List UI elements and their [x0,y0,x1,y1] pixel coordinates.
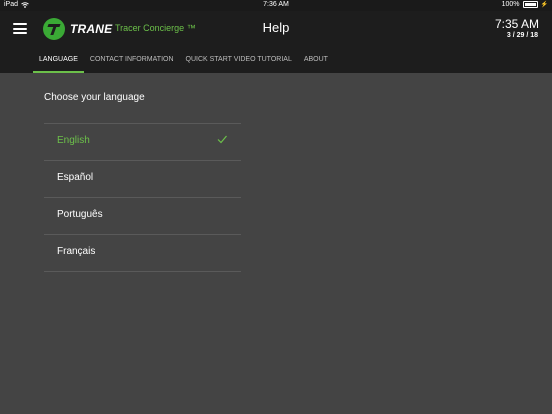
language-option-portugues[interactable]: Português [44,198,241,235]
status-bar: iPad 7:36 AM 100% ⚡ [0,0,552,11]
language-label: English [57,135,90,146]
battery-icon [522,1,538,8]
section-heading: Choose your language [44,92,145,103]
charging-icon: ⚡ [540,2,548,8]
app-header: TRANE Tracer Concierge ™ Help 7:35 AM 3 … [0,11,552,73]
language-option-espanol[interactable]: Español [44,161,241,198]
battery-percent: 100% [501,1,520,8]
status-time: 7:36 AM [263,1,289,8]
language-label: Español [57,172,94,183]
language-label: Français [57,246,96,257]
status-right: 100% ⚡ [502,1,548,8]
tab-quick-start-video-tutorial[interactable]: QUICK START VIDEO TUTORIAL [180,50,298,73]
tab-contact-information[interactable]: CONTACT INFORMATION [84,50,180,73]
clock-date: 3 / 29 / 18 [506,32,538,39]
checkmark-icon [217,135,227,144]
language-label: Português [57,209,103,220]
language-list: English Español Português Français [44,123,241,272]
language-option-english[interactable]: English [44,124,241,161]
tab-bar: LANGUAGE CONTACT INFORMATION QUICK START… [33,50,334,73]
tab-about[interactable]: ABOUT [298,50,334,73]
clock-time: 7:35 AM [494,17,539,31]
language-option-francais[interactable]: Français [44,235,241,272]
page-title: Help [262,20,290,35]
tab-language[interactable]: LANGUAGE [33,50,84,73]
